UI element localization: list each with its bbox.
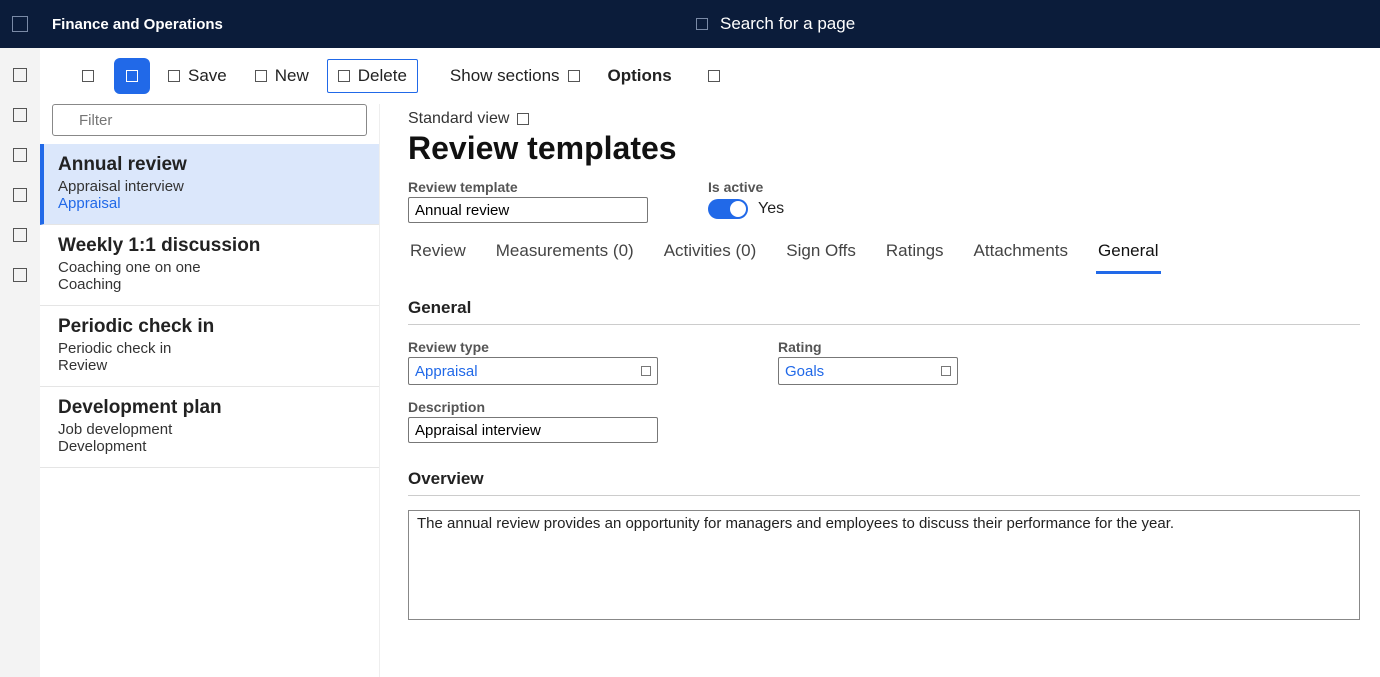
list-item[interactable]: Development plan Job development Develop…: [40, 387, 379, 468]
search-placeholder: Search for a page: [720, 14, 855, 34]
global-search[interactable]: Search for a page: [696, 14, 855, 34]
general-section-title: General: [408, 298, 1360, 318]
show-sections-button[interactable]: Show sections: [440, 62, 590, 90]
list-item-title: Annual review: [58, 154, 363, 176]
list-item-sub2: Coaching: [58, 276, 363, 293]
description-input[interactable]: [408, 417, 658, 443]
description-label: Description: [408, 399, 658, 415]
list-item[interactable]: Annual review Appraisal interview Apprai…: [40, 144, 379, 225]
review-type-label: Review type: [408, 339, 658, 355]
save-label: Save: [188, 66, 227, 86]
rail-expand-icon[interactable]: [13, 68, 27, 82]
chevron-down-icon: [641, 366, 651, 376]
rail-recent-icon[interactable]: [13, 188, 27, 202]
review-template-field-group: Review template: [408, 179, 648, 223]
tab-activities[interactable]: Activities (0): [662, 235, 759, 274]
standard-view-label: Standard view: [408, 110, 509, 128]
list-item-title: Development plan: [58, 397, 363, 419]
standard-view-selector[interactable]: Standard view: [408, 110, 1360, 128]
list-item-sub1: Appraisal interview: [58, 178, 363, 195]
delete-button[interactable]: Delete: [327, 59, 418, 93]
rating-value: Goals: [785, 363, 824, 380]
list-item[interactable]: Weekly 1:1 discussion Coaching one on on…: [40, 225, 379, 306]
save-icon-button[interactable]: [114, 58, 150, 94]
tab-review[interactable]: Review: [408, 235, 468, 274]
tab-measurements[interactable]: Measurements (0): [494, 235, 636, 274]
rail-workspaces-icon[interactable]: [13, 228, 27, 242]
list-item-sub1: Coaching one on one: [58, 259, 363, 276]
edit-button[interactable]: [70, 58, 106, 94]
rating-field-group: Rating Goals: [778, 339, 958, 443]
review-type-value: Appraisal: [415, 363, 478, 380]
rail-favorites-icon[interactable]: [13, 148, 27, 162]
review-type-field-group: Review type Appraisal Description: [408, 339, 658, 443]
list-item-sub2: Review: [58, 357, 363, 374]
overview-textarea[interactable]: [408, 510, 1360, 620]
toggle-knob: [730, 201, 746, 217]
tab-ratings[interactable]: Ratings: [884, 235, 946, 274]
review-template-label: Review template: [408, 179, 648, 195]
list-item-title: Weekly 1:1 discussion: [58, 235, 363, 257]
save-icon-2: [168, 70, 180, 82]
filter-input[interactable]: [52, 104, 367, 136]
list-item[interactable]: Periodic check in Periodic check in Revi…: [40, 306, 379, 387]
app-title: Finance and Operations: [52, 16, 223, 33]
is-active-toggle[interactable]: [708, 199, 748, 219]
save-button[interactable]: Save: [158, 62, 237, 90]
template-list: Annual review Appraisal interview Apprai…: [40, 144, 379, 677]
is-active-field-group: Is active Yes: [708, 179, 784, 219]
more-actions-icon[interactable]: [708, 70, 720, 82]
is-active-label: Is active: [708, 179, 784, 195]
chevron-down-icon: [941, 366, 951, 376]
delete-icon: [338, 70, 350, 82]
new-icon: [255, 70, 267, 82]
tab-general[interactable]: General: [1096, 235, 1160, 274]
list-item-sub1: Job development: [58, 421, 363, 438]
template-list-panel: Annual review Appraisal interview Apprai…: [40, 104, 380, 677]
options-button[interactable]: Options: [598, 60, 682, 92]
rating-label: Rating: [778, 339, 958, 355]
general-section: General Review type Appraisal Descriptio…: [408, 298, 1360, 443]
left-rail: [0, 48, 40, 677]
options-label: Options: [608, 66, 672, 86]
new-button[interactable]: New: [245, 62, 319, 90]
search-icon: [696, 18, 708, 30]
show-sections-label: Show sections: [450, 66, 560, 86]
rating-select[interactable]: Goals: [778, 357, 958, 385]
page-title: Review templates: [408, 130, 1360, 167]
detail-tabs: Review Measurements (0) Activities (0) S…: [408, 235, 1360, 274]
detail-panel: Standard view Review templates Review te…: [380, 104, 1380, 677]
chevron-down-icon: [517, 113, 529, 125]
rail-home-icon[interactable]: [13, 108, 27, 122]
new-label: New: [275, 66, 309, 86]
is-active-value: Yes: [758, 200, 784, 218]
list-item-sub2: Development: [58, 438, 363, 455]
top-navbar: Finance and Operations Search for a page: [0, 0, 1380, 48]
tab-attachments[interactable]: Attachments: [972, 235, 1071, 274]
waffle-icon[interactable]: [12, 16, 28, 32]
tab-signoffs[interactable]: Sign Offs: [784, 235, 858, 274]
list-item-title: Periodic check in: [58, 316, 363, 338]
list-item-sub2: Appraisal: [58, 195, 363, 212]
action-bar: Save New Delete Show sections Options: [40, 48, 1380, 104]
overview-section-title: Overview: [408, 469, 1360, 489]
rail-modules-icon[interactable]: [13, 268, 27, 282]
save-icon: [126, 70, 138, 82]
main-area: Save New Delete Show sections Options: [40, 48, 1380, 677]
edit-icon: [82, 70, 94, 82]
review-type-select[interactable]: Appraisal: [408, 357, 658, 385]
list-item-sub1: Periodic check in: [58, 340, 363, 357]
delete-label: Delete: [358, 66, 407, 86]
chevron-down-icon: [568, 70, 580, 82]
review-template-input[interactable]: [408, 197, 648, 223]
